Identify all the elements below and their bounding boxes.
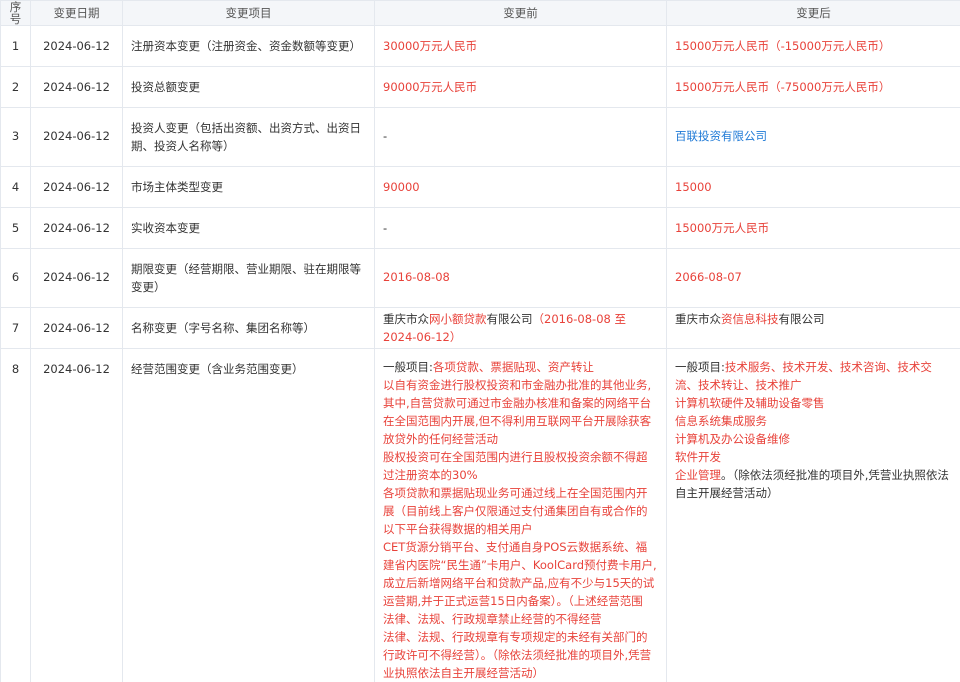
- row-before-name: 重庆市众网小额贷款有限公司（2016-08-08 至 2024-06-12）: [375, 308, 667, 349]
- col-header-before: 变更前: [375, 1, 667, 26]
- scope-line: 计算机及办公设备维修: [675, 430, 952, 448]
- col-header-item: 变更项目: [123, 1, 375, 26]
- table-row: 5 2024-06-12 实收资本变更 - 15000万元人民币: [1, 208, 960, 249]
- row-after-scope: 一般项目:技术服务、技术开发、技术咨询、技术交流、技术转让、技术推广 计算机软硬…: [667, 349, 960, 682]
- table-row: 2 2024-06-12 投资总额变更 90000万元人民币 15000万元人民…: [1, 67, 960, 108]
- table-header-row: 序号 变更日期 变更项目 变更前 变更后: [1, 1, 960, 26]
- investor-link[interactable]: 百联投资有限公司: [667, 108, 960, 167]
- row-date: 2024-06-12: [31, 249, 123, 308]
- scope-line: 股权投资可在全国范围内进行且股权投资余额不得超过注册资本的30%: [383, 448, 658, 484]
- row-index: 3: [1, 108, 31, 167]
- scope-line: 计算机软硬件及辅助设备零售: [675, 394, 952, 412]
- row-index: 4: [1, 167, 31, 208]
- row-item: 名称变更（字号名称、集团名称等）: [123, 308, 375, 349]
- col-header-after: 变更后: [667, 1, 960, 26]
- row-after: 15000万元人民币: [667, 208, 960, 249]
- row-index: 5: [1, 208, 31, 249]
- row-after: 15000万元人民币（-75000万元人民币）: [667, 67, 960, 108]
- row-item: 期限变更（经营期限、营业期限、驻在期限等变更）: [123, 249, 375, 308]
- row-date: 2024-06-12: [31, 108, 123, 167]
- change-records-table: 序号 变更日期 变更项目 变更前 变更后 1 2024-06-12 注册资本变更…: [0, 0, 960, 682]
- row-after: 15000: [667, 167, 960, 208]
- row-after: 2066-08-07: [667, 249, 960, 308]
- scope-line: 各项贷款和票据贴现业务可通过线上在全国范围内开展（目前线上客户仅限通过支付通集团…: [383, 484, 658, 538]
- name-part: 重庆市众: [675, 312, 721, 326]
- name-part-highlight: 资信息科技: [721, 312, 779, 326]
- row-date: 2024-06-12: [31, 167, 123, 208]
- row-before: -: [375, 108, 667, 167]
- table-row: 1 2024-06-12 注册资本变更（注册资金、资金数额等变更） 30000万…: [1, 26, 960, 67]
- col-header-index: 序号: [1, 1, 31, 26]
- row-index: 8: [1, 349, 31, 682]
- scope-line: 企业管理: [675, 468, 721, 482]
- name-part: 重庆市众: [383, 312, 429, 326]
- row-before-scope: 一般项目:各项贷款、票据贴现、资产转让 以自有资金进行股权投资和市金融办批准的其…: [375, 349, 667, 682]
- scope-head: 一般项目:: [383, 360, 433, 374]
- row-item: 经营范围变更（含业务范围变更）: [123, 349, 375, 682]
- scope-line: 法律、法规、行政规章有专项规定的未经有关部门的行政许可不得经营）。（除依法须经批…: [383, 628, 658, 682]
- col-header-date: 变更日期: [31, 1, 123, 26]
- row-before: 90000万元人民币: [375, 67, 667, 108]
- name-part: 有限公司: [487, 312, 533, 326]
- row-item: 投资人变更（包括出资额、出资方式、出资日期、投资人名称等）: [123, 108, 375, 167]
- table-row: 7 2024-06-12 名称变更（字号名称、集团名称等） 重庆市众网小额贷款有…: [1, 308, 960, 349]
- scope-line-last: 企业管理。（除依法须经批准的项目外,凭营业执照依法自主开展经营活动）: [675, 466, 952, 502]
- table-row: 8 2024-06-12 经营范围变更（含业务范围变更） 一般项目:各项贷款、票…: [1, 349, 960, 682]
- row-item: 市场主体类型变更: [123, 167, 375, 208]
- table-row: 4 2024-06-12 市场主体类型变更 90000 15000: [1, 167, 960, 208]
- row-after-name: 重庆市众资信息科技有限公司: [667, 308, 960, 349]
- row-after: 15000万元人民币（-15000万元人民币）: [667, 26, 960, 67]
- scope-line: 以自有资金进行股权投资和市金融办批准的其他业务,其中,自营贷款可通过市金融办核准…: [383, 376, 658, 448]
- scope-line: 法律、法规、行政规章禁止经营的不得经营: [383, 610, 658, 628]
- row-index: 1: [1, 26, 31, 67]
- name-part: 有限公司: [779, 312, 825, 326]
- table-row: 3 2024-06-12 投资人变更（包括出资额、出资方式、出资日期、投资人名称…: [1, 108, 960, 167]
- row-before: -: [375, 208, 667, 249]
- row-before: 90000: [375, 167, 667, 208]
- row-index: 7: [1, 308, 31, 349]
- table-row: 6 2024-06-12 期限变更（经营期限、营业期限、驻在期限等变更） 201…: [1, 249, 960, 308]
- scope-line: 各项贷款、票据贴现、资产转让: [433, 360, 594, 374]
- row-date: 2024-06-12: [31, 208, 123, 249]
- row-index: 6: [1, 249, 31, 308]
- name-part-highlight: 网小额贷款: [429, 312, 487, 326]
- row-date: 2024-06-12: [31, 26, 123, 67]
- row-before: 30000万元人民币: [375, 26, 667, 67]
- row-item: 投资总额变更: [123, 67, 375, 108]
- row-item: 注册资本变更（注册资金、资金数额等变更）: [123, 26, 375, 67]
- scope-line: CET货源分销平台、支付通自身POS云数据系统、福建省内医院“民生通”卡用户、K…: [383, 538, 658, 610]
- scope-head: 一般项目:: [675, 360, 725, 374]
- row-date: 2024-06-12: [31, 67, 123, 108]
- scope-line: 软件开发: [675, 448, 952, 466]
- row-before: 2016-08-08: [375, 249, 667, 308]
- row-date: 2024-06-12: [31, 308, 123, 349]
- row-date: 2024-06-12: [31, 349, 123, 682]
- row-index: 2: [1, 67, 31, 108]
- scope-line: 信息系统集成服务: [675, 412, 952, 430]
- row-item: 实收资本变更: [123, 208, 375, 249]
